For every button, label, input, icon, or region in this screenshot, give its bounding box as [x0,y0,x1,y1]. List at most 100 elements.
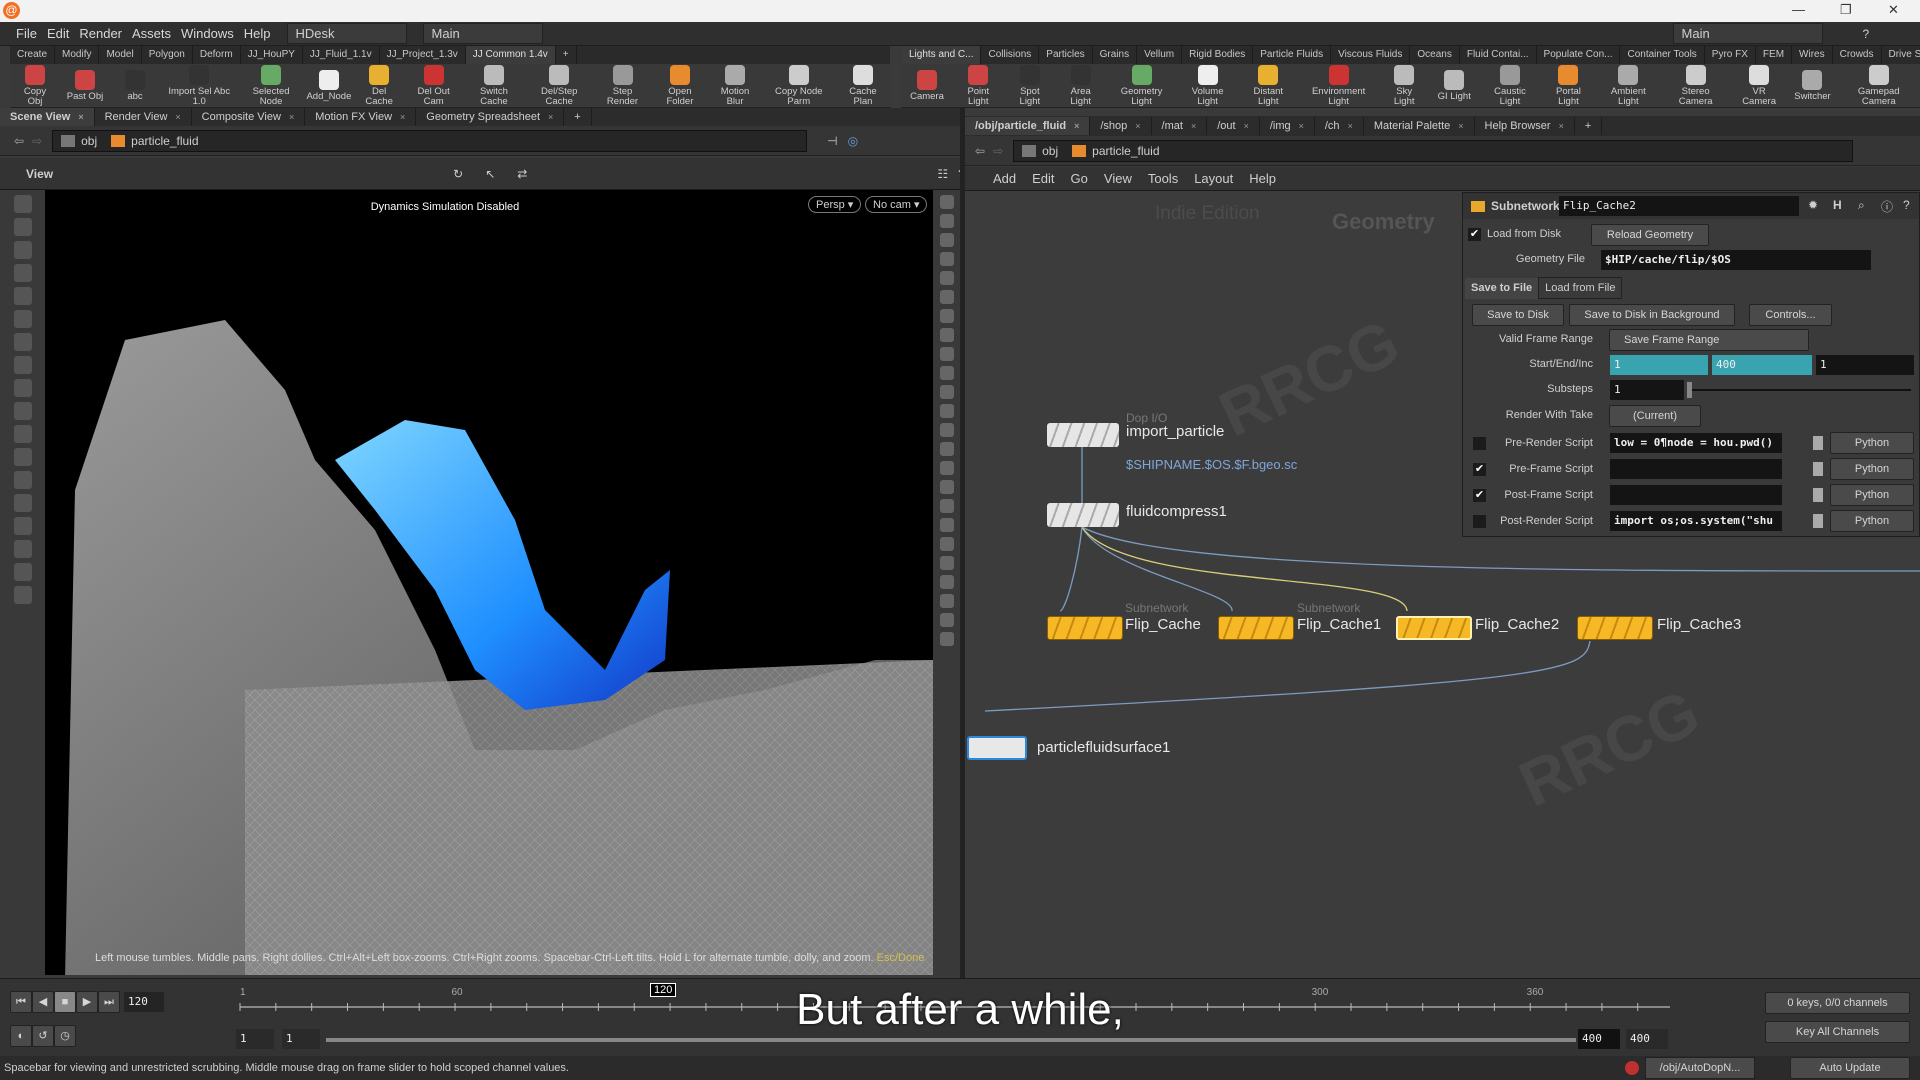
script-field[interactable]: import os;os.system("shu [1610,511,1782,531]
render-with-take-select[interactable]: (Current) [1609,405,1701,427]
close-tab-icon[interactable]: × [1348,121,1353,131]
display-option-6-icon[interactable] [939,290,954,304]
shelf-tab-fluid-contai[interactable]: Fluid Contai... [1460,46,1537,64]
network-menu-help[interactable]: Help [1249,171,1276,186]
shelf-tab-wires[interactable]: Wires [1792,46,1833,64]
file-chooser-icon[interactable] [1813,488,1823,502]
shelf-tool-portal-light[interactable]: Portal Light [1547,64,1590,107]
display-option-1-icon[interactable] [939,195,954,209]
node-fluidcompress1[interactable] [1047,503,1119,527]
shelf-tab-jj-project-1-3v[interactable]: JJ_Project_1.3v [380,46,466,64]
close-tab-icon[interactable]: × [78,112,83,122]
shelf-tab-particles[interactable]: Particles [1039,46,1093,64]
start-frame-field[interactable]: 1 [1610,355,1708,375]
viewport-tool-14-icon[interactable] [13,494,32,512]
node-flip-cache3[interactable] [1577,616,1653,640]
valid-frame-range-select[interactable]: Save Frame Range [1609,329,1809,351]
viewport-tool-12-icon[interactable] [13,448,32,466]
shelf-tab-container-tools[interactable]: Container Tools [1620,46,1705,64]
menu-render[interactable]: Render [79,26,122,41]
viewport-tool-8-icon[interactable] [13,356,32,374]
tab-scene-view[interactable]: Scene View × [0,108,95,126]
gear-icon[interactable]: ✹ [1808,198,1818,212]
tab-geometry-spreadsheet[interactable]: Geometry Spreadsheet × [416,108,565,126]
shelf-tab-lights-and-c[interactable]: Lights and C... [902,46,982,64]
pin-icon[interactable]: ⊣ [827,134,837,148]
viewport-tool-4-icon[interactable] [13,264,32,282]
shelf-tool-abc[interactable]: abc [116,69,154,102]
menu-windows[interactable]: Windows [181,26,234,41]
shelf-tab-polygon[interactable]: Polygon [142,46,193,64]
display-option-2-icon[interactable] [939,214,954,228]
maximize-button[interactable]: ❐ [1840,2,1852,18]
right-context-select[interactable]: Main [1672,23,1823,44]
shelf-tool-motion-blur[interactable]: Motion Blur [715,64,756,107]
network-menu-edit[interactable]: Edit [1032,171,1054,186]
node-flip-cache1[interactable] [1218,616,1294,640]
minimize-button[interactable]: — [1792,2,1805,17]
script-field[interactable] [1610,459,1782,479]
node-import-particle[interactable] [1047,423,1119,447]
viewport-tool-9-icon[interactable] [13,379,32,397]
close-tab-icon[interactable]: × [175,112,180,122]
script-language-select[interactable]: Python [1830,510,1914,532]
display-option-20-icon[interactable] [939,556,954,570]
display-options-icon[interactable]: ☷ [937,167,948,181]
menu-assets[interactable]: Assets [132,26,171,41]
shelf-tab-drive-simula[interactable]: Drive Simula... [1882,46,1920,64]
viewport-tool-16-icon[interactable] [13,540,32,558]
add-shelf-icon[interactable]: + [556,46,577,64]
viewport-tool-13-icon[interactable] [13,471,32,489]
network-menu-view[interactable]: View [1104,171,1132,186]
shelf-tab-grains[interactable]: Grains [1093,46,1138,64]
close-tab-icon[interactable]: × [1299,121,1304,131]
node-name-field[interactable]: Flip_Cache2 [1559,196,1799,216]
shelf-tool-volume-light[interactable]: Volume Light [1183,64,1233,107]
viewport-tool-2-icon[interactable] [13,218,32,236]
close-tab-icon[interactable]: × [1191,121,1196,131]
info-icon[interactable]: ⓘ [1881,198,1893,215]
script-language-select[interactable]: Python [1830,458,1914,480]
shelf-tool-past-obj[interactable]: Past Obj [66,69,104,102]
display-option-7-icon[interactable] [939,309,954,323]
shelf-tab-particle-fluids[interactable]: Particle Fluids [1253,46,1332,64]
menu-help[interactable]: Help [244,26,271,41]
script-language-select[interactable]: Python [1830,432,1914,454]
close-tab-icon[interactable]: × [289,112,294,122]
save-to-disk-background-button[interactable]: Save to Disk in Background [1569,304,1735,326]
shelf-tool-open-folder[interactable]: Open Folder [657,64,702,107]
shelf-tab-pyro-fx[interactable]: Pyro FX [1705,46,1756,64]
search-icon[interactable]: ⌕ [1858,198,1865,213]
viewport-tool-11-icon[interactable] [13,425,32,443]
close-button[interactable]: ✕ [1888,2,1899,18]
viewport-tool-15-icon[interactable] [13,517,32,535]
help-icon[interactable]: ? [1863,27,1870,41]
shelf-tab-viscous-fluids[interactable]: Viscous Fluids [1331,46,1411,64]
display-option-13-icon[interactable] [939,423,954,437]
tab-load-from-file[interactable]: Load from File [1538,277,1623,299]
display-option-12-icon[interactable] [939,404,954,418]
menu-file[interactable]: File [16,26,37,41]
add-tab-icon[interactable]: + [564,108,592,126]
network-menu-add[interactable]: Add [993,171,1016,186]
tab-save-to-file[interactable]: Save to File [1465,277,1539,299]
node-flip-cache[interactable] [1047,616,1123,640]
display-option-11-icon[interactable] [939,385,954,399]
shelf-tab-vellum[interactable]: Vellum [1137,46,1183,64]
viewport-tool-18-icon[interactable] [13,586,32,604]
tab-composite-view[interactable]: Composite View × [192,108,306,126]
substeps-slider-handle[interactable] [1687,382,1692,398]
forward-arrow-icon[interactable]: ⇨ [993,144,1003,158]
file-chooser-icon[interactable] [1813,514,1823,528]
tab-material-palette[interactable]: Material Palette × [1364,117,1475,135]
tab-help-browser[interactable]: Help Browser × [1475,117,1575,135]
back-arrow-icon[interactable]: ⇦ [14,134,24,148]
shelf-tool-sky-light[interactable]: Sky Light [1385,64,1423,107]
display-option-8-icon[interactable] [939,328,954,342]
hscript-icon[interactable]: H [1833,198,1842,212]
add-tab-icon[interactable]: + [1575,117,1603,135]
display-option-16-icon[interactable] [939,480,954,494]
display-option-15-icon[interactable] [939,461,954,475]
breadcrumb-particle-fluid[interactable]: particle_fluid [1072,144,1160,158]
node-flip-cache2-selected[interactable] [1396,616,1472,640]
